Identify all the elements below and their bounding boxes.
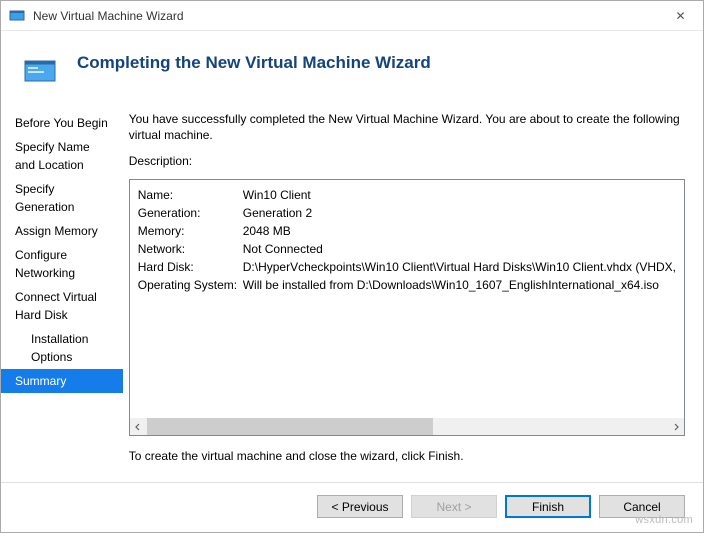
sidebar-step-6[interactable]: Installation Options: [1, 327, 123, 369]
window-title: New Virtual Machine Wizard: [33, 9, 184, 23]
description-row: Generation:Generation 2: [138, 204, 676, 222]
titlebar: New Virtual Machine Wizard ✕: [1, 1, 703, 31]
description-value: D:\HyperVcheckpoints\Win10 Client\Virtua…: [243, 258, 676, 276]
description-key: Memory:: [138, 222, 243, 240]
app-icon: [9, 8, 25, 24]
description-value: Generation 2: [243, 204, 676, 222]
previous-button[interactable]: < Previous: [317, 495, 403, 518]
close-button[interactable]: ✕: [658, 1, 703, 31]
description-row: Memory:2048 MB: [138, 222, 676, 240]
wizard-footer: < Previous Next > Finish Cancel: [1, 482, 703, 532]
scroll-thumb[interactable]: [147, 418, 433, 435]
wizard-window: New Virtual Machine Wizard ✕ Completing …: [0, 0, 704, 533]
description-row: Operating System:Will be installed from …: [138, 276, 676, 294]
sidebar-step-1[interactable]: Specify Name and Location: [1, 135, 123, 177]
scroll-right-button[interactable]: [667, 418, 684, 435]
description-row: Name:Win10 Client: [138, 186, 676, 204]
description-key: Operating System:: [138, 276, 243, 294]
page-title: Completing the New Virtual Machine Wizar…: [77, 53, 431, 73]
sidebar-step-7[interactable]: Summary: [1, 369, 123, 393]
close-icon: ✕: [675, 9, 685, 23]
wizard-content: You have successfully completed the New …: [123, 99, 703, 482]
closing-text: To create the virtual machine and close …: [129, 448, 685, 464]
scroll-track[interactable]: [147, 418, 667, 435]
scroll-left-button[interactable]: [130, 418, 147, 435]
description-box: Name:Win10 ClientGeneration:Generation 2…: [129, 179, 685, 436]
description-key: Generation:: [138, 204, 243, 222]
next-button: Next >: [411, 495, 497, 518]
intro-text: You have successfully completed the New …: [129, 111, 685, 143]
description-key: Hard Disk:: [138, 258, 243, 276]
sidebar-step-0[interactable]: Before You Begin: [1, 111, 123, 135]
wizard-header-icon: [23, 57, 59, 85]
chevron-right-icon: [672, 423, 680, 431]
description-key: Network:: [138, 240, 243, 258]
wizard-body: Before You BeginSpecify Name and Locatio…: [1, 99, 703, 482]
description-value: Will be installed from D:\Downloads\Win1…: [243, 276, 676, 294]
sidebar-step-3[interactable]: Assign Memory: [1, 219, 123, 243]
sidebar-step-5[interactable]: Connect Virtual Hard Disk: [1, 285, 123, 327]
wizard-steps-sidebar: Before You BeginSpecify Name and Locatio…: [1, 99, 123, 482]
description-value: Not Connected: [243, 240, 676, 258]
description-label: Description:: [129, 153, 685, 169]
description-rows: Name:Win10 ClientGeneration:Generation 2…: [130, 180, 684, 298]
horizontal-scrollbar[interactable]: [130, 418, 684, 435]
description-value: 2048 MB: [243, 222, 676, 240]
description-key: Name:: [138, 186, 243, 204]
description-row: Hard Disk:D:\HyperVcheckpoints\Win10 Cli…: [138, 258, 676, 276]
sidebar-step-2[interactable]: Specify Generation: [1, 177, 123, 219]
chevron-left-icon: [134, 423, 142, 431]
wizard-header: Completing the New Virtual Machine Wizar…: [1, 31, 703, 99]
description-value: Win10 Client: [243, 186, 676, 204]
sidebar-step-4[interactable]: Configure Networking: [1, 243, 123, 285]
cancel-button[interactable]: Cancel: [599, 495, 685, 518]
description-row: Network:Not Connected: [138, 240, 676, 258]
finish-button[interactable]: Finish: [505, 495, 591, 518]
